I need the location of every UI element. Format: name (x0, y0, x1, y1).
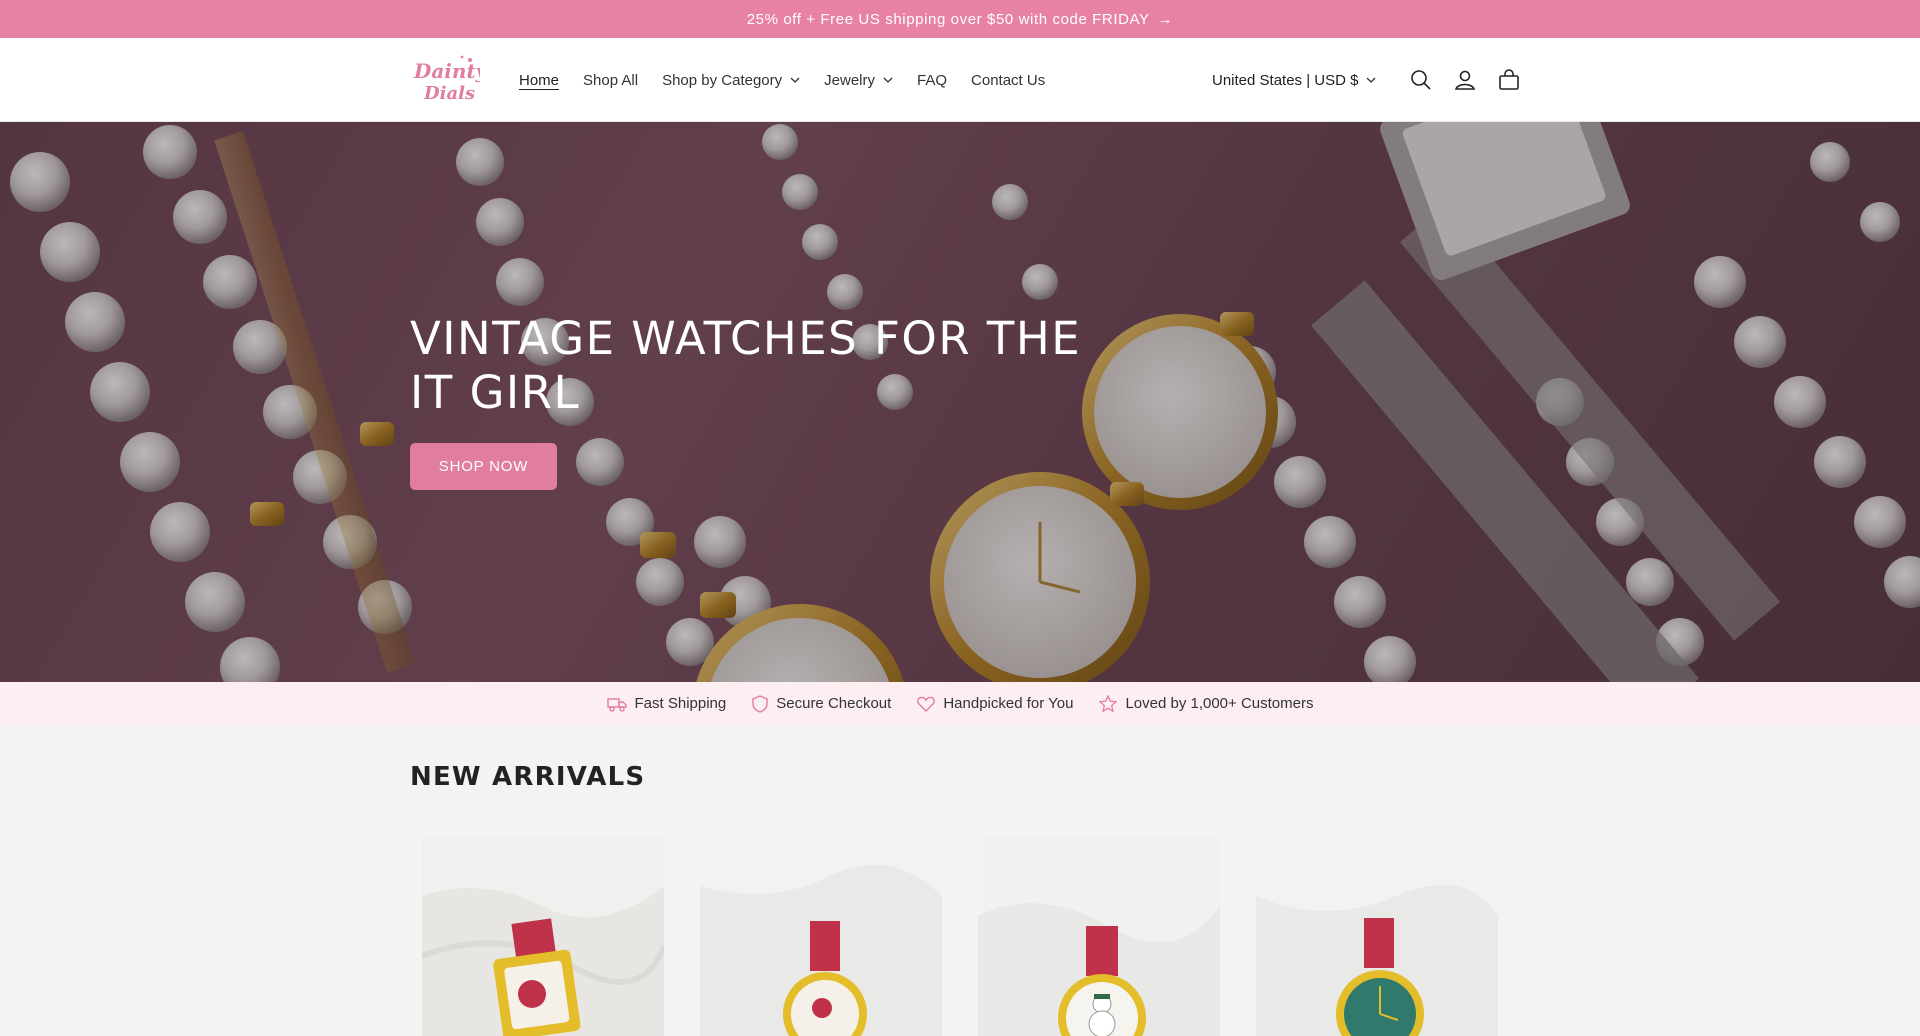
site-header: Dainty Dials Home Shop All Shop by Categ… (0, 38, 1920, 122)
product-image (700, 836, 942, 1036)
product-card[interactable] (978, 836, 1220, 1036)
product-card[interactable] (1256, 836, 1498, 1036)
feature-label: Fast Shipping (634, 695, 727, 712)
svg-text:Dainty: Dainty (413, 59, 480, 83)
nav-faq-label: FAQ (917, 71, 948, 89)
heart-icon (917, 696, 936, 712)
product-card[interactable] (422, 836, 664, 1036)
product-image (422, 836, 664, 1036)
star-icon (1099, 694, 1118, 713)
feature-handpicked: Handpicked for You (917, 695, 1073, 712)
logo[interactable]: Dainty Dials (410, 54, 489, 106)
search-button[interactable] (1404, 63, 1438, 97)
nav-faq[interactable]: FAQ (917, 72, 947, 89)
main-nav: Home Shop All Shop by Category Jewelry F… (519, 38, 1069, 122)
nav-shop-all[interactable]: Shop All (583, 72, 638, 89)
announcement-text[interactable]: 25% off + Free US shipping over $50 with… (747, 11, 1150, 28)
chevron-down-icon (1367, 77, 1376, 83)
logo-icon: Dainty Dials (413, 55, 489, 104)
new-arrivals-title: NEW ARRIVALS (410, 762, 646, 792)
country-selector[interactable]: United States | USD $ (1212, 72, 1376, 89)
feature-secure-checkout: Secure Checkout (752, 694, 892, 713)
account-icon (1455, 70, 1476, 90)
nav-jewelry-label: Jewelry (824, 71, 875, 89)
hero-title: VINTAGE WATCHES FOR THE IT GIRL (410, 312, 1082, 419)
hero-banner: VINTAGE WATCHES FOR THE IT GIRL SHOP NOW (0, 122, 1920, 682)
product-image (978, 836, 1220, 1036)
shop-now-button[interactable]: SHOP NOW (410, 443, 557, 490)
nav-contact-us[interactable]: Contact Us (971, 72, 1045, 89)
nav-home-label: Home (519, 71, 560, 89)
feature-loved-by-customers: Loved by 1,000+ Customers (1099, 694, 1314, 713)
country-selector-label: United States | USD $ (1212, 71, 1359, 89)
chevron-down-icon (883, 77, 893, 83)
nav-contact-us-label: Contact Us (971, 71, 1046, 89)
nav-jewelry[interactable]: Jewelry (824, 72, 893, 89)
nav-shop-all-label: Shop All (583, 71, 639, 89)
product-grid (422, 836, 1534, 1036)
features-strip: Fast Shipping Secure Checkout Handpicked… (0, 682, 1920, 725)
feature-label: Handpicked for You (943, 695, 1074, 712)
cart-button[interactable] (1492, 63, 1526, 97)
arrow-right-icon: → (1157, 10, 1174, 28)
announcement-bar[interactable]: 25% off + Free US shipping over $50 with… (0, 0, 1920, 38)
nav-home[interactable]: Home (519, 72, 559, 89)
chevron-down-icon (790, 77, 800, 83)
svg-text:Dials: Dials (423, 83, 475, 104)
account-button[interactable] (1448, 63, 1482, 97)
nav-shop-by-category-label: Shop by Category (662, 71, 783, 89)
shield-icon (752, 694, 768, 713)
cart-icon (1499, 69, 1520, 90)
feature-label: Secure Checkout (776, 695, 892, 712)
product-card[interactable] (700, 836, 942, 1036)
nav-shop-by-category[interactable]: Shop by Category (662, 72, 800, 89)
search-icon (1411, 70, 1432, 90)
product-image (1256, 836, 1498, 1036)
feature-label: Loved by 1,000+ Customers (1125, 695, 1314, 712)
feature-fast-shipping: Fast Shipping (606, 695, 727, 712)
truck-icon (606, 697, 627, 712)
header-tools: United States | USD $ (1212, 38, 1526, 122)
